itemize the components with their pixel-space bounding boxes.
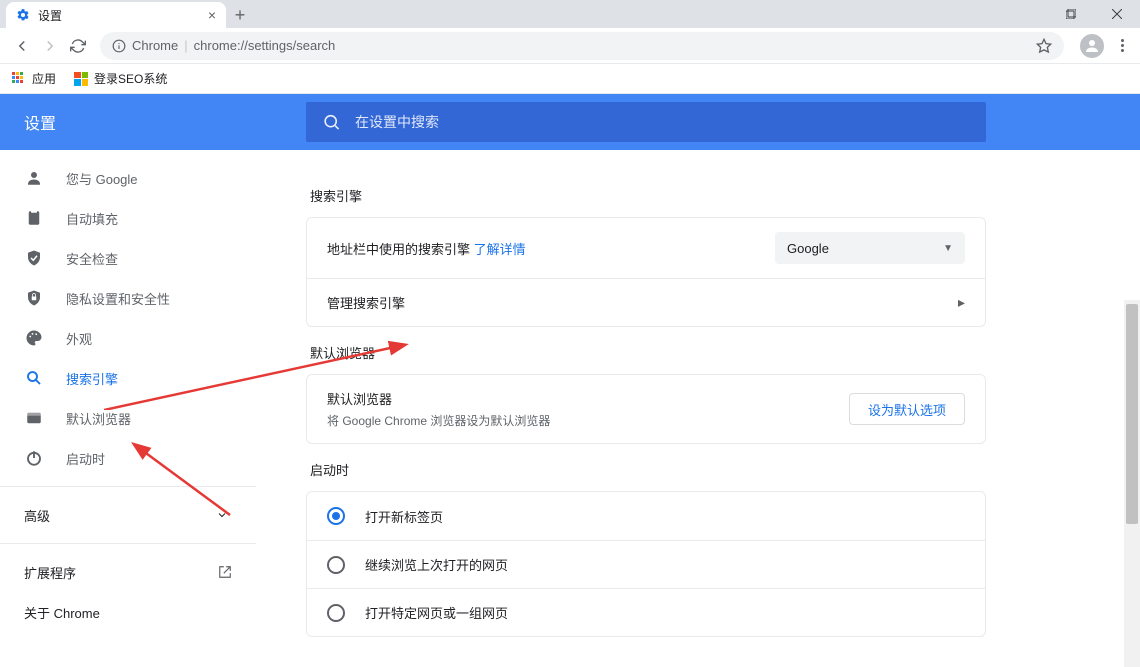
external-link-icon — [218, 565, 232, 579]
sidebar-advanced[interactable]: 高级 — [0, 495, 256, 535]
close-tab-icon[interactable]: × — [208, 7, 216, 23]
sidebar-item-appearance[interactable]: 外观 — [0, 318, 256, 358]
learn-more-link[interactable]: 了解详情 — [474, 242, 526, 257]
gear-icon — [16, 8, 30, 22]
search-engine-select[interactable]: Google ▼ — [775, 232, 965, 264]
dropdown-triangle-icon: ▼ — [943, 243, 953, 254]
palette-icon — [24, 329, 44, 347]
chevron-down-icon — [216, 509, 228, 521]
row-address-bar-search-engine: 地址栏中使用的搜索引擎 了解详情 Google ▼ — [307, 218, 985, 278]
browser-icon — [24, 409, 44, 427]
omnibox-url: chrome://settings/search — [194, 38, 1030, 53]
bookmark-favicon — [74, 72, 88, 86]
row-manage-search-engines[interactable]: 管理搜索引擎 ▸ — [307, 278, 985, 326]
sidebar-item-autofill[interactable]: 自动填充 — [0, 198, 256, 238]
bookmark-seo[interactable]: 登录SEO系统 — [74, 70, 167, 87]
startup-option-continue[interactable]: 继续浏览上次打开的网页 — [307, 540, 985, 588]
shield-check-icon — [24, 249, 44, 267]
startup-option-specific-pages[interactable]: 打开特定网页或一组网页 — [307, 588, 985, 636]
forward-button[interactable] — [36, 32, 64, 60]
sidebar-item-you-and-google[interactable]: 您与 Google — [0, 158, 256, 198]
section-title-default-browser: 默认浏览器 — [310, 343, 986, 362]
startup-option-newtab[interactable]: 打开新标签页 — [307, 492, 985, 540]
profile-avatar[interactable] — [1080, 34, 1104, 58]
scrollbar-thumb[interactable] — [1126, 304, 1138, 524]
settings-header: 设置 — [0, 94, 1140, 150]
make-default-button[interactable]: 设为默认选项 — [849, 393, 965, 425]
window-close-button[interactable] — [1094, 0, 1140, 28]
sidebar-item-default-browser[interactable]: 默认浏览器 — [0, 398, 256, 438]
bookmark-star-icon[interactable] — [1036, 38, 1052, 54]
settings-search[interactable] — [306, 102, 986, 142]
sidebar-item-privacy[interactable]: 隐私设置和安全性 — [0, 278, 256, 318]
sidebar-extensions[interactable]: 扩展程序 — [0, 552, 256, 592]
row-default-browser: 默认浏览器 将 Google Chrome 浏览器设为默认浏览器 设为默认选项 — [307, 375, 985, 443]
clipboard-icon — [24, 209, 44, 227]
bookmark-bar: 应用 登录SEO系统 — [0, 64, 1140, 94]
radio-button[interactable] — [327, 507, 345, 525]
tab-title: 设置 — [38, 7, 208, 24]
search-icon — [24, 369, 44, 387]
sidebar-item-on-startup[interactable]: 启动时 — [0, 438, 256, 478]
address-bar[interactable]: Chrome | chrome://settings/search — [100, 32, 1064, 60]
sidebar-item-safety-check[interactable]: 安全检查 — [0, 238, 256, 278]
back-button[interactable] — [8, 32, 36, 60]
browser-tab[interactable]: 设置 × — [6, 2, 226, 28]
browser-menu-button[interactable] — [1112, 38, 1132, 53]
shield-lock-icon — [24, 289, 44, 307]
person-icon — [24, 169, 44, 187]
section-title-search-engine: 搜索引擎 — [310, 186, 986, 205]
vertical-scrollbar[interactable] — [1124, 300, 1140, 667]
settings-content[interactable]: 搜索引擎 地址栏中使用的搜索引擎 了解详情 Google ▼ 管理搜索引擎 — [256, 150, 1140, 667]
omnibox-prefix: Chrome — [132, 38, 178, 53]
apps-icon — [12, 72, 26, 86]
power-icon — [24, 449, 44, 467]
radio-button[interactable] — [327, 604, 345, 622]
sidebar-item-search-engine[interactable]: 搜索引擎 — [0, 358, 256, 398]
site-info-icon[interactable] — [112, 39, 126, 53]
apps-shortcut[interactable]: 应用 — [12, 70, 56, 87]
new-tab-button[interactable]: + — [226, 2, 254, 28]
window-restore-button[interactable] — [1048, 0, 1094, 28]
sidebar-about-chrome[interactable]: 关于 Chrome — [0, 592, 256, 632]
chevron-right-icon: ▸ — [958, 294, 965, 311]
tab-bar: 设置 × + — [0, 0, 1140, 28]
settings-sidebar: 您与 Google 自动填充 安全检查 隐私设置和安全性 外观 搜索引擎 — [0, 150, 256, 667]
radio-button[interactable] — [327, 556, 345, 574]
browser-toolbar: Chrome | chrome://settings/search — [0, 28, 1140, 64]
settings-search-input[interactable] — [355, 114, 970, 130]
section-title-on-startup: 启动时 — [310, 460, 986, 479]
settings-title: 设置 — [0, 110, 306, 134]
search-icon — [322, 112, 341, 132]
reload-button[interactable] — [64, 32, 92, 60]
